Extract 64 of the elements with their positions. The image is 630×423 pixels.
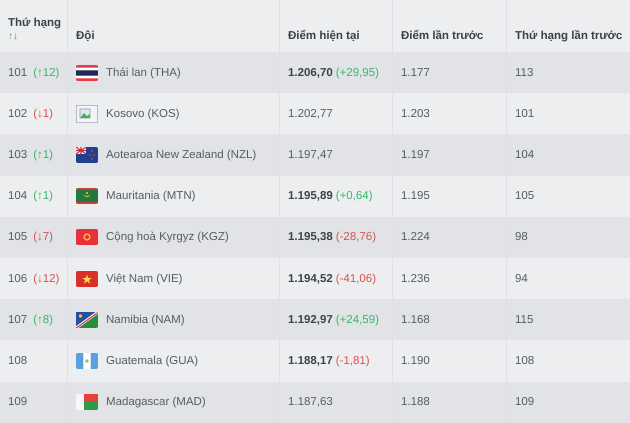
team-name: Cộng hoà Kyrgyz (KGZ) — [106, 231, 229, 244]
previous-points: 1.203 — [401, 108, 430, 120]
team-name: Kosovo (KOS) — [106, 108, 180, 120]
previous-rank: 115 — [515, 314, 534, 326]
team-name: Thái lan (THA) — [106, 66, 181, 79]
rank-change: (↑1) — [33, 148, 53, 161]
previous-rank: 113 — [515, 66, 534, 79]
points-text: 1.195,38 — [288, 231, 333, 244]
rank-change: (↓1) — [33, 108, 53, 120]
previous-points: 1.188 — [401, 396, 430, 408]
points-change: (+24,59) — [336, 314, 379, 326]
previous-rank: 105 — [515, 190, 534, 202]
previous-rank: 101 — [515, 108, 534, 120]
rank-text: 104 — [8, 190, 28, 202]
team-name: Aotearoa New Zealand (NZL) — [106, 148, 256, 161]
points-text: 1.192,97 — [288, 314, 333, 326]
rank-text: 109 — [8, 396, 28, 408]
points-change: (+0,64) — [336, 190, 373, 202]
previous-points: 1.197 — [401, 148, 430, 161]
previous-points: 1.195 — [401, 190, 430, 202]
previous-points: 1.224 — [401, 231, 430, 244]
rank-text: 108 — [8, 354, 28, 367]
rank-text: 102 — [8, 108, 28, 120]
points-text: 1.194,52 — [288, 272, 333, 285]
column-header[interactable]: Thứ hạng — [8, 17, 65, 29]
points-text: 1.195,89 — [288, 190, 333, 202]
previous-rank: 98 — [515, 231, 528, 244]
rank-change: (↓12) — [33, 272, 60, 285]
rank-change: (↓7) — [33, 231, 53, 244]
points-change: (-28,76) — [336, 231, 376, 244]
previous-points: 1.236 — [401, 272, 430, 285]
column-header[interactable]: Điểm hiện tại — [288, 30, 390, 42]
rank-text: 106 — [8, 272, 28, 285]
previous-rank: 109 — [515, 396, 534, 408]
team-name: Guatemala (GUA) — [106, 354, 198, 367]
points-text: 1.187,63 — [288, 396, 333, 408]
column-header[interactable]: Đội — [76, 30, 277, 42]
previous-rank: 104 — [515, 148, 534, 161]
rank-change: (↑8) — [33, 314, 53, 326]
column-header[interactable]: Thứ hạng lần trước — [515, 30, 628, 42]
points-text: 1.206,70 — [288, 66, 333, 79]
rank-text: 103 — [8, 148, 28, 161]
points-change: (-1,81) — [336, 354, 370, 367]
points-change: (+29,95) — [336, 66, 379, 79]
team-name: Việt Nam (VIE) — [106, 272, 182, 285]
rank-change: (↑1) — [33, 190, 53, 202]
column-header[interactable]: Điểm lần trước — [401, 30, 504, 42]
points-text: 1.202,77 — [288, 108, 333, 120]
team-name: Namibia (NAM) — [106, 314, 185, 326]
previous-rank: 94 — [515, 272, 528, 285]
points-text: 1.188,17 — [288, 354, 333, 367]
team-name: Mauritania (MTN) — [106, 190, 196, 202]
rank-text: 105 — [8, 231, 28, 244]
sort-down-arrow[interactable]: ↓ — [13, 31, 18, 42]
previous-rank: 108 — [515, 354, 534, 367]
points-change: (-41,06) — [336, 272, 376, 285]
previous-points: 1.190 — [401, 354, 430, 367]
team-name: Madagascar (MAD) — [106, 396, 206, 408]
points-text: 1.197,47 — [288, 148, 333, 161]
rank-text: 107 — [8, 314, 28, 326]
previous-points: 1.177 — [401, 66, 430, 79]
previous-points: 1.168 — [401, 314, 430, 326]
rank-text: 101 — [8, 66, 28, 79]
rank-change: (↑12) — [33, 66, 60, 79]
